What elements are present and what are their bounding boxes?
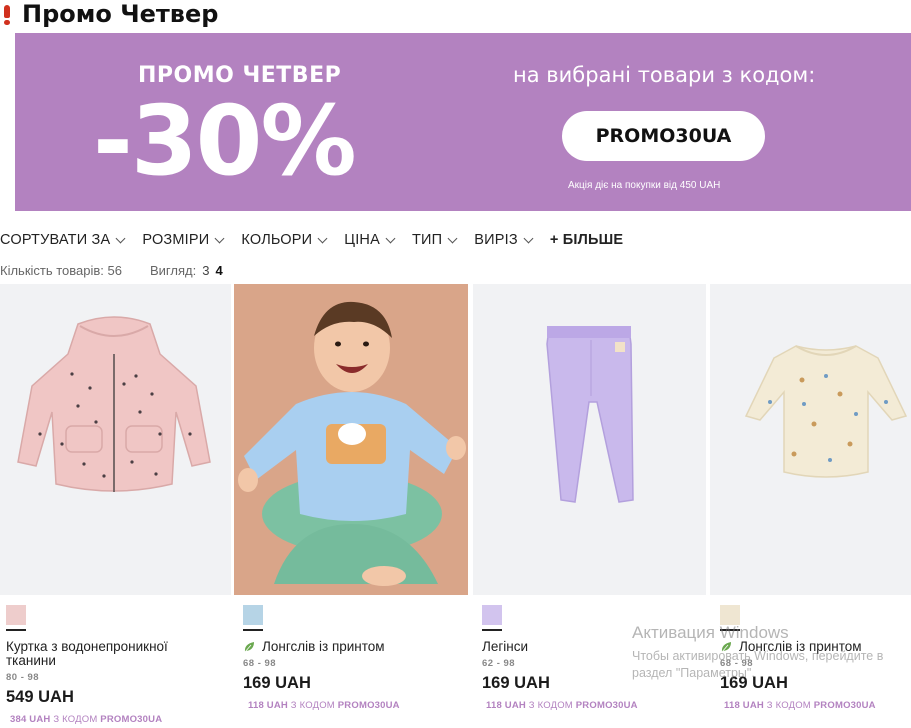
product-name[interactable]: Легінси: [482, 640, 697, 654]
filter-type[interactable]: ТИП: [411, 232, 458, 248]
promo-code: PROMO30UA: [100, 714, 163, 725]
product-card[interactable]: Лонгслів із принтом 68 - 98 169 UAH 118 …: [234, 284, 468, 728]
filter-sizes[interactable]: РОЗМІРИ: [142, 232, 225, 248]
more-filters-button[interactable]: + БІЛЬШЕ: [550, 232, 623, 248]
product-count: 56: [107, 263, 122, 278]
chevron-down-icon: [447, 233, 458, 243]
promo-price: 118 UAH З КОДОМ PROMO30UA: [724, 700, 876, 711]
leaf-icon: [244, 642, 254, 653]
filter-bar: СОРТУВАТИ ЗА РОЗМІРИ КОЛЬОРИ ЦІНА ТИП ВИ…: [0, 229, 641, 251]
color-swatch[interactable]: [482, 605, 502, 625]
promo-text: З КОДОМ: [290, 700, 335, 711]
product-name-text: Лонгслів із принтом: [739, 639, 862, 654]
promo-amount: 118 UAH: [248, 700, 288, 711]
chevron-down-icon: [523, 233, 534, 243]
filter-label: СОРТУВАТИ ЗА: [0, 232, 111, 248]
page-title: Промо Четвер: [22, 0, 219, 28]
product-card[interactable]: Куртка з водонепроникної тканини 80 - 98…: [0, 284, 231, 728]
color-swatch[interactable]: [243, 605, 263, 625]
chevron-down-icon: [385, 233, 396, 243]
product-price: 169 UAH: [243, 674, 311, 692]
product-image[interactable]: [473, 284, 706, 595]
filter-sort[interactable]: СОРТУВАТИ ЗА: [0, 232, 126, 248]
product-name[interactable]: Лонгслів із принтом: [243, 640, 463, 654]
promo-price: 384 UAH З КОДОМ PROMO30UA: [10, 714, 162, 725]
promo-text: З КОДОМ: [766, 700, 811, 711]
leaf-icon: [721, 642, 731, 653]
results-info: Кількість товарів: 56 Вигляд: 3 4: [0, 263, 223, 278]
swatch-indicator: [482, 629, 502, 631]
swatch-indicator: [720, 629, 740, 631]
product-price: 169 UAH: [720, 674, 788, 692]
chevron-down-icon: [317, 233, 328, 243]
color-swatch[interactable]: [720, 605, 740, 625]
promo-text: З КОДОМ: [53, 714, 98, 725]
promo-code: PROMO30UA: [337, 700, 400, 711]
product-image[interactable]: [710, 284, 911, 595]
exclamation-icon: [2, 3, 12, 25]
promo-amount: 118 UAH: [486, 700, 526, 711]
product-name[interactable]: Куртка з водонепроникної тканини: [6, 640, 221, 668]
banner-right-text: на вибрані товари з кодом:: [513, 63, 816, 87]
promo-amount: 384 UAH: [10, 714, 51, 725]
swatch-indicator: [243, 629, 263, 631]
product-image[interactable]: [234, 284, 468, 595]
product-sizes: 80 - 98: [6, 672, 40, 683]
promo-banner[interactable]: ПРОМО ЧЕТВЕР -30% на вибрані товари з ко…: [15, 33, 911, 211]
promo-amount: 118 UAH: [724, 700, 764, 711]
filter-neckline[interactable]: ВИРІЗ: [474, 232, 534, 248]
promo-code: PROMO30UA: [813, 700, 876, 711]
filter-label: РОЗМІРИ: [142, 232, 210, 248]
chevron-down-icon: [115, 233, 126, 243]
view-label: Вигляд:: [150, 263, 197, 278]
product-sizes: 68 - 98: [243, 658, 277, 669]
swatch-indicator: [6, 629, 26, 631]
filter-label: КОЛЬОРИ: [241, 232, 313, 248]
product-price: 549 UAH: [6, 688, 74, 706]
filter-label: ЦІНА: [344, 232, 380, 248]
filter-colors[interactable]: КОЛЬОРИ: [241, 232, 328, 248]
product-name-text: Легінси: [482, 639, 529, 654]
chevron-down-icon: [214, 233, 225, 243]
banner-discount: -30%: [93, 85, 357, 197]
promo-code-badge: PROMO30UA: [562, 111, 765, 161]
product-card[interactable]: Легінси 62 - 98 169 UAH 118 UAH З КОДОМ …: [473, 284, 706, 728]
color-swatch[interactable]: [6, 605, 26, 625]
filter-label: ТИП: [411, 232, 443, 248]
product-grid: Куртка з водонепроникної тканини 80 - 98…: [0, 284, 911, 728]
product-count-label: Кількість товарів:: [0, 263, 104, 278]
product-sizes: 62 - 98: [482, 658, 516, 669]
product-image[interactable]: [0, 284, 231, 595]
product-card[interactable]: Лонгслів із принтом 68 - 98 169 UAH 118 …: [710, 284, 911, 728]
product-name-text: Лонгслів із принтом: [262, 639, 385, 654]
product-name-text: Куртка з водонепроникної тканини: [6, 639, 168, 668]
product-sizes: 68 - 98: [720, 658, 754, 669]
product-price: 169 UAH: [482, 674, 550, 692]
promo-code: PROMO30UA: [575, 700, 638, 711]
filter-price[interactable]: ЦІНА: [344, 232, 396, 248]
filter-label: ВИРІЗ: [474, 232, 518, 248]
view-option-3[interactable]: 3: [202, 263, 209, 278]
view-option-4[interactable]: 4: [215, 263, 222, 278]
promo-price: 118 UAH З КОДОМ PROMO30UA: [486, 700, 638, 711]
page-heading: Промо Четвер: [0, 0, 218, 28]
promo-price: 118 UAH З КОДОМ PROMO30UA: [248, 700, 400, 711]
product-name[interactable]: Лонгслів із принтом: [720, 640, 910, 654]
promo-text: З КОДОМ: [528, 700, 573, 711]
banner-note: Акція діє на покупки від 450 UAH: [568, 180, 721, 191]
